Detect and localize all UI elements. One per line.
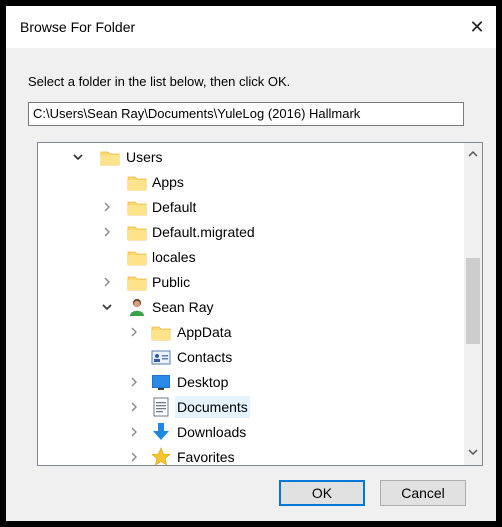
scrollbar-thumb[interactable]	[466, 258, 480, 344]
user-icon	[127, 297, 147, 317]
tree-item-desktop[interactable]: Desktop	[38, 370, 466, 394]
tree-item-apps[interactable]: Apps	[38, 170, 466, 194]
chevron-down-icon[interactable]	[71, 150, 85, 164]
scroll-up-icon[interactable]	[464, 145, 482, 163]
tree-item-label: Desktop	[177, 374, 229, 390]
folder-icon	[127, 197, 147, 217]
tree-item-label: Apps	[152, 174, 184, 190]
browse-folder-dialog: Browse For Folder ✕ Select a folder in t…	[6, 6, 496, 521]
tree-item-label: Users	[126, 149, 163, 165]
tree-item-label: Downloads	[177, 424, 247, 440]
tree-item-contacts[interactable]: Contacts	[38, 345, 466, 369]
tree-item-label: locales	[152, 249, 196, 265]
tree-item-label: Favorites	[177, 449, 235, 465]
folder-icon	[151, 322, 171, 342]
tree-item-public[interactable]: Public	[38, 270, 466, 294]
chevron-right-icon[interactable]	[127, 450, 141, 464]
instruction-text: Select a folder in the list below, then …	[28, 74, 291, 89]
chevron-right-icon[interactable]	[100, 275, 114, 289]
chevron-right-icon[interactable]	[100, 225, 114, 239]
folder-icon	[127, 247, 147, 267]
tree-item-label: Sean Ray	[152, 299, 214, 315]
selected-path-field: C:\Users\Sean Ray\Documents\YuleLog (201…	[28, 102, 464, 126]
tree-item-sean-ray[interactable]: Sean Ray	[38, 295, 466, 319]
tree-item-default-migrated[interactable]: Default.migrated	[38, 220, 466, 244]
tree-item-favorites[interactable]: Favorites	[38, 445, 466, 465]
scroll-down-icon[interactable]	[464, 443, 482, 461]
tree-item-label: AppData	[177, 324, 232, 340]
favorites-icon	[151, 447, 171, 465]
dialog-title: Browse For Folder	[20, 19, 136, 35]
cancel-button[interactable]: Cancel	[380, 480, 466, 506]
contacts-icon	[151, 347, 171, 367]
chevron-right-icon[interactable]	[127, 425, 141, 439]
tree-item-default[interactable]: Default	[38, 195, 466, 219]
tree-item-label: Default.migrated	[152, 224, 255, 240]
folder-tree[interactable]: Users Apps Default Default.migrated loca…	[37, 142, 483, 466]
chevron-right-icon[interactable]	[100, 200, 114, 214]
tree-item-label: Documents	[175, 396, 250, 418]
close-button[interactable]: ✕	[462, 12, 492, 42]
folder-icon	[127, 172, 147, 192]
chevron-right-icon[interactable]	[127, 400, 141, 414]
ok-button[interactable]: OK	[279, 480, 365, 506]
desktop-icon	[151, 372, 171, 392]
tree-item-locales[interactable]: locales	[38, 245, 466, 269]
tree-item-appdata[interactable]: AppData	[38, 320, 466, 344]
chevron-down-icon[interactable]	[100, 300, 114, 314]
tree-item-label: Contacts	[177, 349, 233, 365]
chevron-right-icon[interactable]	[127, 325, 141, 339]
dialog-body: Select a folder in the list below, then …	[6, 48, 496, 521]
tree-item-documents[interactable]: Documents	[38, 395, 466, 419]
downloads-icon	[151, 422, 171, 442]
tree-item-label: Default	[152, 199, 197, 215]
title-bar: Browse For Folder ✕	[6, 6, 496, 48]
folder-icon	[100, 147, 120, 167]
tree-item-label: Public	[152, 274, 191, 290]
folder-icon	[127, 272, 147, 292]
folder-icon	[127, 222, 147, 242]
documents-icon	[151, 397, 171, 417]
vertical-scrollbar[interactable]	[464, 143, 482, 465]
tree-item-users[interactable]: Users	[38, 145, 466, 169]
tree-item-downloads[interactable]: Downloads	[38, 420, 466, 444]
chevron-right-icon[interactable]	[127, 375, 141, 389]
